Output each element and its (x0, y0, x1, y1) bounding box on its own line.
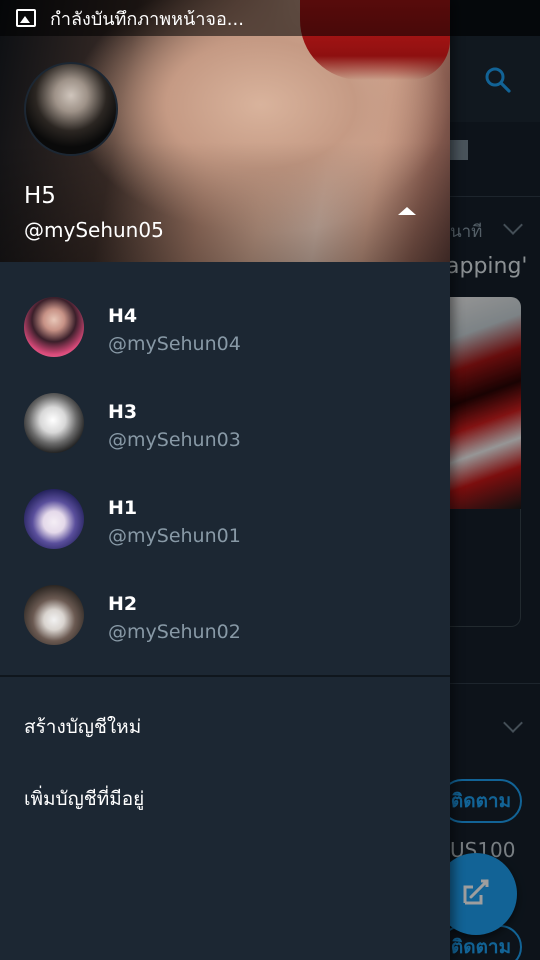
account-handle: @mySehun01 (108, 525, 241, 547)
status-bar: กำลังบันทึกภาพหน้าจอ... (0, 0, 540, 36)
drawer-header[interactable]: H5 @mySehun05 (0, 0, 450, 262)
account-handle: @mySehun04 (108, 333, 241, 355)
account-row-h4[interactable]: H4 @mySehun04 (0, 262, 450, 358)
add-existing-account-menu-item[interactable]: เพิ่มบัญชีที่มีอยู่ (24, 784, 144, 814)
drawer-divider (0, 675, 450, 677)
account-handle: @mySehun02 (108, 621, 241, 643)
account-row-h1[interactable]: H1 @mySehun01 (0, 454, 450, 550)
header-shade (0, 142, 450, 262)
account-name: H2 (108, 593, 138, 615)
account-handle: @mySehun03 (108, 429, 241, 451)
collapse-accounts-icon[interactable] (398, 207, 416, 215)
avatar (24, 489, 84, 549)
current-account-avatar[interactable] (24, 62, 118, 156)
status-text: กำลังบันทึกภาพหน้าจอ... (50, 8, 244, 30)
account-list: H4 @mySehun04 H3 @mySehun03 H1 @mySehun0… (0, 262, 450, 646)
avatar (24, 393, 84, 453)
account-drawer: H5 @mySehun05 H4 @mySehun04 H3 @mySehun0… (0, 0, 450, 960)
avatar (24, 297, 84, 357)
account-row-h2[interactable]: H2 @mySehun02 (0, 550, 450, 646)
avatar (24, 585, 84, 645)
current-account-handle: @mySehun05 (24, 218, 164, 242)
current-account-name: H5 (24, 183, 56, 209)
account-name: H4 (108, 305, 138, 327)
create-account-menu-item[interactable]: สร้างบัญชีใหม่ (24, 712, 141, 742)
account-row-h3[interactable]: H3 @mySehun03 (0, 358, 450, 454)
account-name: H1 (108, 497, 138, 519)
account-name: H3 (108, 401, 138, 423)
image-icon (16, 9, 36, 27)
